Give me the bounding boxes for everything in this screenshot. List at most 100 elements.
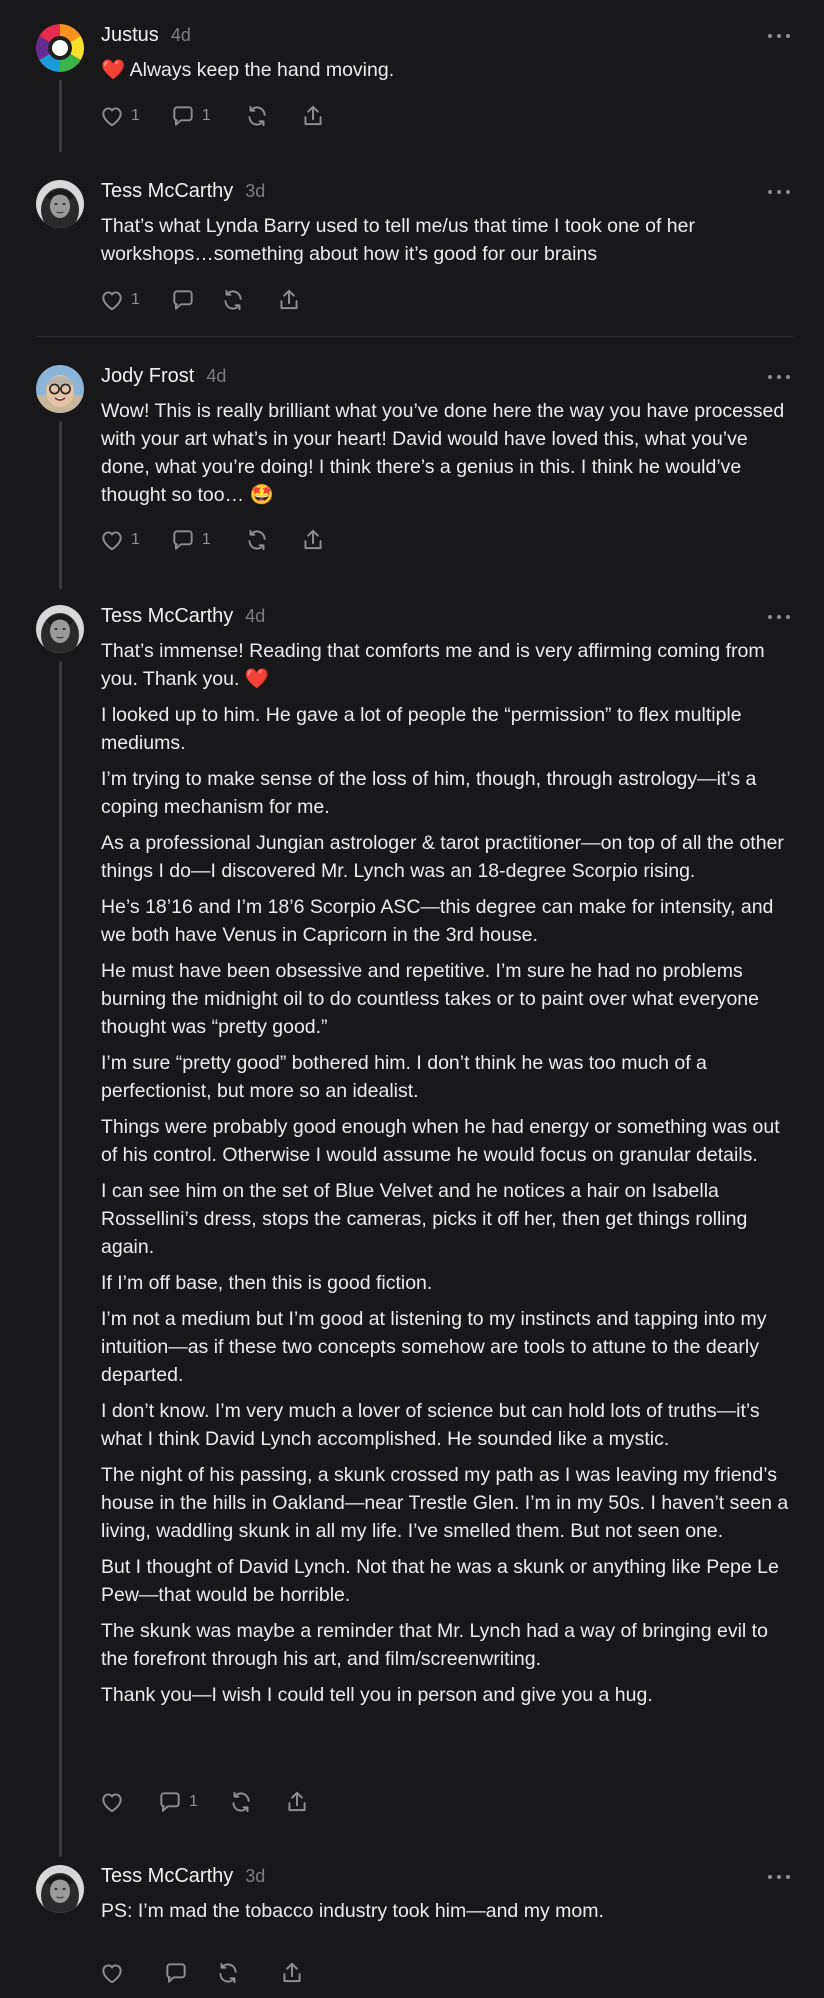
comment-header: Tess McCarthy 3d [101, 180, 265, 210]
timestamp[interactable]: 4d [206, 366, 226, 387]
comment-header: Tess McCarthy 3d [101, 1865, 265, 1895]
avatar[interactable] [36, 605, 84, 653]
share-icon [284, 1789, 310, 1815]
like-button[interactable] [99, 1960, 125, 1986]
comment-header: Jody Frost 4d [101, 365, 226, 395]
like-button[interactable]: 1 [99, 103, 140, 129]
share-button[interactable] [300, 103, 326, 129]
thread-line [59, 661, 62, 1857]
more-options-button[interactable] [768, 32, 790, 40]
restack-icon [244, 103, 270, 129]
more-options-button[interactable] [768, 613, 790, 621]
action-bar: 1 1 [99, 101, 326, 131]
comment-paragraph: That’s immense! Reading that comforts me… [101, 640, 765, 690]
more-options-button[interactable] [768, 1873, 790, 1881]
reply-button[interactable]: 1 [170, 103, 211, 129]
comment-paragraph: I’m sure “pretty good” bothered him. I d… [101, 1052, 707, 1102]
share-button[interactable] [284, 1789, 310, 1815]
comment-body: ❤️ Always keep the hand moving. [101, 56, 795, 92]
reply-button[interactable]: 1 [170, 527, 211, 553]
avatar[interactable] [36, 24, 84, 72]
restack-icon [215, 1960, 241, 1986]
comment-paragraph: If I’m off base, then this is good ficti… [101, 1272, 433, 1294]
comment-icon [163, 1960, 189, 1986]
comment-paragraph: I don’t know. I’m very much a lover of s… [101, 1400, 760, 1450]
author-name[interactable]: Tess McCarthy [101, 1865, 233, 1888]
restack-icon [244, 527, 270, 553]
author-name[interactable]: Tess McCarthy [101, 605, 233, 628]
comment-paragraph: As a professional Jungian astrologer & t… [101, 832, 784, 882]
comment-body: That’s what Lynda Barry used to tell me/… [101, 212, 795, 276]
author-name[interactable]: Tess McCarthy [101, 180, 233, 203]
reply-button[interactable] [170, 287, 196, 313]
comment-paragraph: But I thought of David Lynch. Not that h… [101, 1556, 779, 1606]
action-bar: 1 [99, 285, 302, 315]
heart-icon [99, 287, 125, 313]
profile-photo [36, 605, 84, 653]
restack-icon [228, 1789, 254, 1815]
avatar[interactable] [36, 1865, 84, 1913]
comment-paragraph: He must have been obsessive and repetiti… [101, 960, 759, 1038]
comment-icon [170, 527, 196, 553]
comment-paragraph: I can see him on the set of Blue Velvet … [101, 1180, 748, 1258]
comment-paragraph: I’m trying to make sense of the loss of … [101, 768, 757, 818]
avatar[interactable] [36, 365, 84, 413]
comment-paragraph: I’m not a medium but I’m good at listeni… [101, 1308, 767, 1386]
comment-paragraph: The night of his passing, a skunk crosse… [101, 1464, 789, 1542]
comment-paragraph: I looked up to him. He gave a lot of peo… [101, 704, 742, 754]
timestamp[interactable]: 3d [245, 181, 265, 202]
profile-photo [36, 180, 84, 228]
restack-button[interactable] [228, 1789, 254, 1815]
profile-photo [36, 365, 84, 413]
comment-icon [170, 287, 196, 313]
avatar[interactable] [36, 180, 84, 228]
restack-icon [220, 287, 246, 313]
heart-icon [99, 103, 125, 129]
comment-body: That’s immense! Reading that comforts me… [101, 637, 795, 1717]
thread-line [59, 421, 62, 589]
like-count: 1 [131, 531, 140, 548]
share-button[interactable] [300, 527, 326, 553]
heart-icon [99, 1789, 125, 1815]
author-name[interactable]: Jody Frost [101, 365, 194, 388]
reply-count: 1 [189, 1793, 198, 1810]
more-options-button[interactable] [768, 188, 790, 196]
like-button[interactable] [99, 1789, 125, 1815]
restack-button[interactable] [244, 103, 270, 129]
color-wheel-avatar-icon [36, 24, 84, 72]
comment-icon [157, 1789, 183, 1815]
restack-button[interactable] [220, 287, 246, 313]
more-options-button[interactable] [768, 373, 790, 381]
timestamp[interactable]: 3d [245, 1866, 265, 1887]
reply-button[interactable]: 1 [157, 1789, 198, 1815]
action-bar: 1 [99, 1787, 310, 1817]
like-button[interactable]: 1 [99, 527, 140, 553]
timestamp[interactable]: 4d [245, 606, 265, 627]
comment-paragraph: Wow! This is really brilliant what you’v… [101, 400, 785, 506]
thread-divider [36, 336, 794, 337]
share-icon [300, 103, 326, 129]
comment-body: Wow! This is really brilliant what you’v… [101, 397, 795, 517]
restack-button[interactable] [244, 527, 270, 553]
action-bar [99, 1958, 305, 1988]
reply-button[interactable] [163, 1960, 189, 1986]
share-button[interactable] [279, 1960, 305, 1986]
timestamp[interactable]: 4d [171, 25, 191, 46]
like-count: 1 [131, 107, 140, 124]
reply-count: 1 [201, 107, 211, 124]
comment-paragraph: He’s 18’16 and I’m 18’6 Scorpio ASC—this… [101, 896, 774, 946]
share-icon [279, 1960, 305, 1986]
reply-count: 1 [201, 531, 211, 548]
heart-icon [99, 1960, 125, 1986]
author-name[interactable]: Justus [101, 24, 159, 47]
restack-button[interactable] [215, 1960, 241, 1986]
thread-line [59, 80, 62, 152]
comment-paragraph: Thank you—I wish I could tell you in per… [101, 1684, 653, 1706]
action-bar: 1 1 [99, 525, 326, 555]
comment-icon [170, 103, 196, 129]
like-count: 1 [131, 291, 140, 308]
share-button[interactable] [276, 287, 302, 313]
comment-paragraph: That’s what Lynda Barry used to tell me/… [101, 215, 695, 265]
like-button[interactable]: 1 [99, 287, 140, 313]
comment-header: Tess McCarthy 4d [101, 605, 265, 635]
